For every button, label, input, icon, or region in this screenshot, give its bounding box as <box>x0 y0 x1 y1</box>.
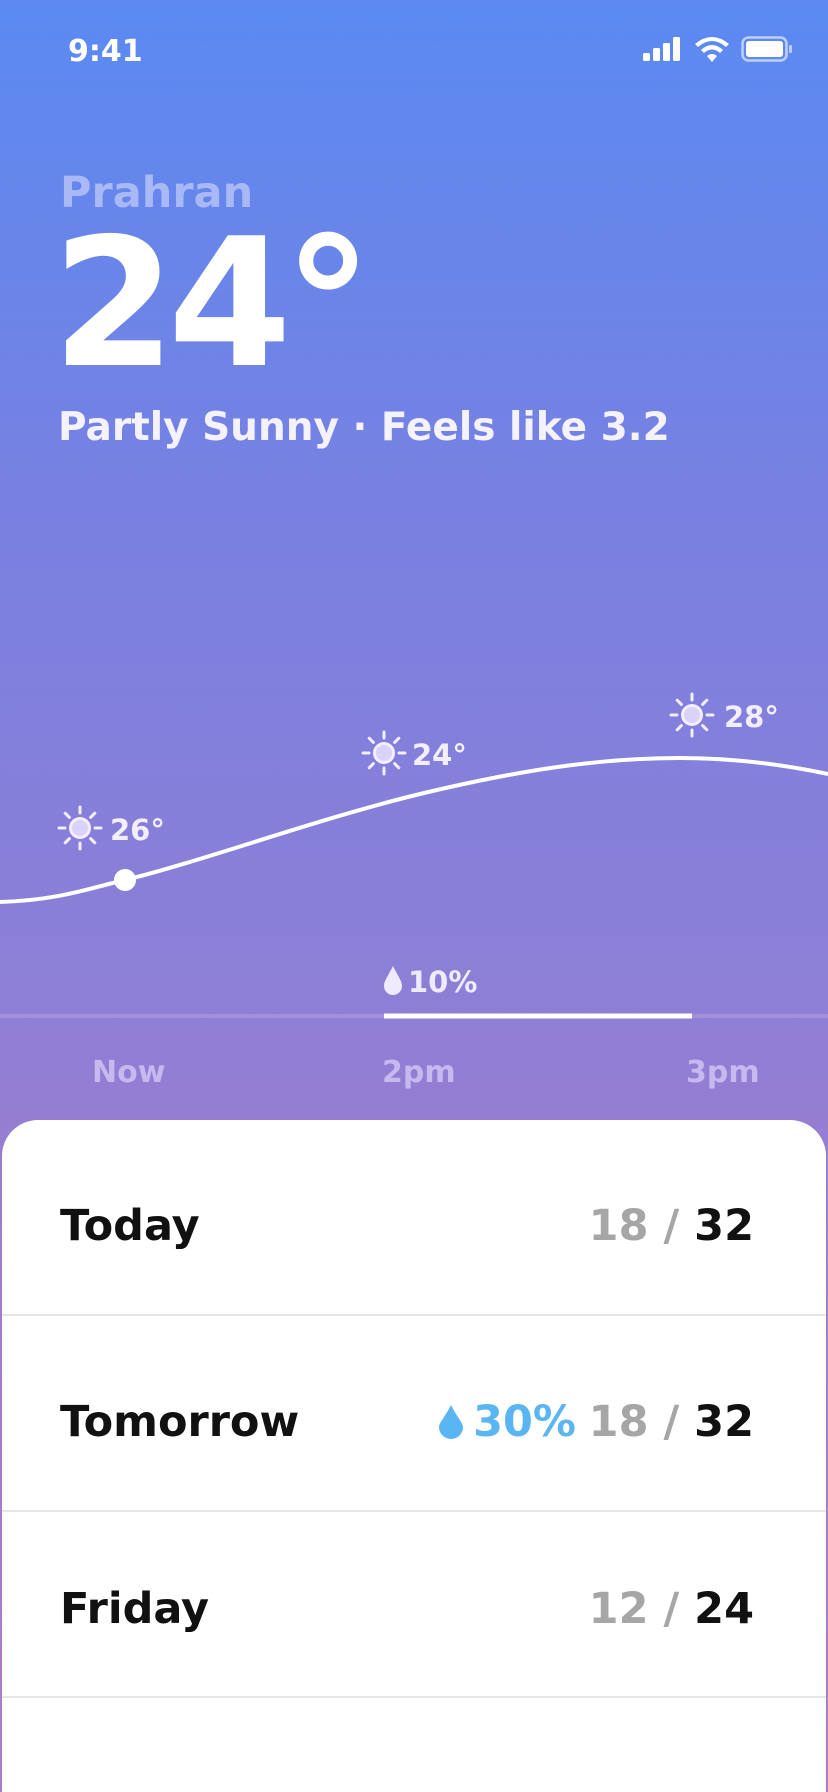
forecast-day: Friday <box>60 1584 210 1634</box>
forecast-range: 18 / 32 <box>589 1201 754 1251</box>
battery-icon <box>741 36 792 62</box>
hourly-chart[interactable]: 26° 24° 28° 10% <box>0 650 828 1100</box>
raindrop-icon <box>439 1405 464 1439</box>
current-temperature: 24° <box>52 200 373 407</box>
range-separator: / <box>648 1201 695 1251</box>
forecast-range: 18 / 32 <box>589 1397 754 1447</box>
hour-label-now: Now <box>92 1055 166 1090</box>
hour-label-2pm: 2pm <box>382 1055 456 1090</box>
hour-temp-2pm: 24° <box>412 738 467 772</box>
status-time: 9:41 <box>68 34 143 69</box>
forecast-row-friday[interactable]: Friday 12 / 24 <box>2 1512 826 1698</box>
forecast-row-today[interactable]: Today 18 / 32 <box>2 1120 826 1316</box>
sun-icon <box>57 805 103 851</box>
sun-icon <box>669 692 715 738</box>
range-separator: / <box>648 1584 695 1634</box>
forecast-precipitation: 30% <box>439 1397 576 1447</box>
hour-precipitation: 10% <box>408 965 477 999</box>
hour-temp-3pm: 28° <box>724 700 779 734</box>
forecast-high: 24 <box>694 1584 754 1634</box>
forecast-low: 18 <box>588 1201 649 1251</box>
status-icons <box>643 36 793 62</box>
weather-screen: 9:41 Prahran 24° Partly Sunny · Feels li… <box>0 0 828 1792</box>
precipitation-value: 30% <box>473 1397 576 1447</box>
forecast-day: Today <box>60 1201 200 1251</box>
range-separator: / <box>648 1397 695 1447</box>
hour-label-3pm: 3pm <box>686 1055 760 1090</box>
current-point-marker <box>114 869 136 891</box>
forecast-high: 32 <box>694 1397 754 1447</box>
sun-icon <box>361 730 407 776</box>
forecast-high: 32 <box>694 1201 754 1251</box>
forecast-range: 12 / 24 <box>589 1584 754 1634</box>
forecast-low: 12 <box>588 1584 649 1634</box>
condition-summary: Partly Sunny · Feels like 3.2 <box>58 405 670 450</box>
raindrop-icon <box>384 966 402 995</box>
forecast-low: 18 <box>588 1397 649 1447</box>
hour-temp-now: 26° <box>110 813 165 847</box>
wifi-icon <box>695 37 729 62</box>
forecast-row-tomorrow[interactable]: Tomorrow 30% 18 / 32 <box>2 1316 826 1512</box>
forecast-day: Tomorrow <box>60 1397 300 1447</box>
daily-forecast-sheet[interactable]: Today 18 / 32 Tomorrow 30% 18 / 32 Frida… <box>2 1120 826 1792</box>
cellular-signal-icon <box>643 37 680 61</box>
